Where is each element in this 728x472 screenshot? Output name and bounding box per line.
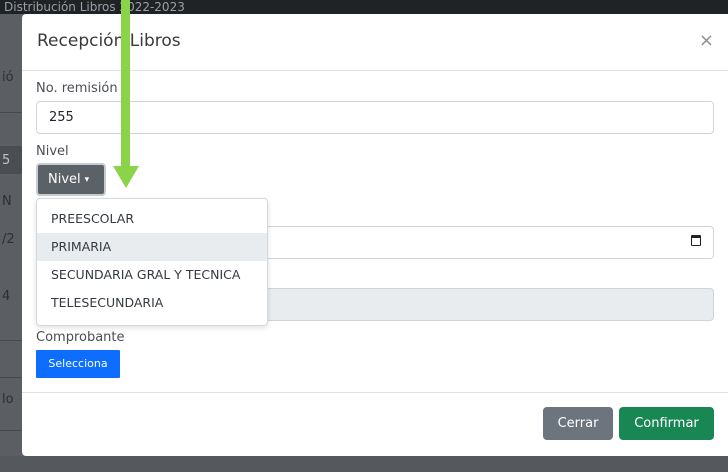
dropdown-item-secundaria[interactable]: SECUNDARIA GRAL Y TECNICA	[37, 261, 267, 289]
close-icon[interactable]: ×	[699, 30, 714, 51]
background-text: lo	[2, 392, 14, 407]
nivel-dropdown-menu: PREESCOLAR PRIMARIA SECUNDARIA GRAL Y TE…	[36, 198, 268, 326]
annotation-arrow-icon	[113, 166, 139, 188]
dropdown-item-telesecundaria[interactable]: TELESECUNDARIA	[37, 289, 267, 317]
cerrar-button[interactable]: Cerrar	[543, 407, 613, 440]
select-file-button[interactable]: Selecciona	[36, 350, 120, 378]
background-text: 4	[2, 289, 11, 304]
background-divider	[0, 430, 22, 431]
background-divider	[0, 340, 22, 341]
background-text: N	[2, 194, 12, 209]
background-divider	[0, 377, 22, 378]
nivel-button-label: Nivel	[48, 172, 81, 187]
dropdown-item-primaria[interactable]: PRIMARIA	[37, 233, 267, 261]
background-text: 5	[2, 153, 11, 168]
comprobante-label: Comprobante	[36, 330, 125, 345]
background-footer	[0, 456, 728, 472]
annotation-arrow-shaft	[121, 0, 130, 168]
nivel-dropdown-button[interactable]: Nivel ▾	[36, 163, 106, 196]
background-text: ió	[2, 70, 14, 85]
confirmar-button[interactable]: Confirmar	[619, 407, 714, 440]
remision-input[interactable]	[36, 101, 714, 134]
modal-title: Recepción Libros	[37, 31, 181, 51]
background-title: Distribución Libros 2022-2023	[0, 0, 728, 14]
chevron-down-icon: ▾	[84, 175, 90, 185]
background-text: /2	[2, 232, 15, 247]
dropdown-item-preescolar[interactable]: PREESCOLAR	[37, 205, 267, 233]
background-divider	[0, 112, 22, 113]
modal-footer-divider	[22, 392, 728, 393]
nivel-label: Nivel	[36, 144, 69, 159]
calendar-icon[interactable]	[691, 235, 701, 246]
remision-label: No. remisión	[36, 81, 118, 96]
